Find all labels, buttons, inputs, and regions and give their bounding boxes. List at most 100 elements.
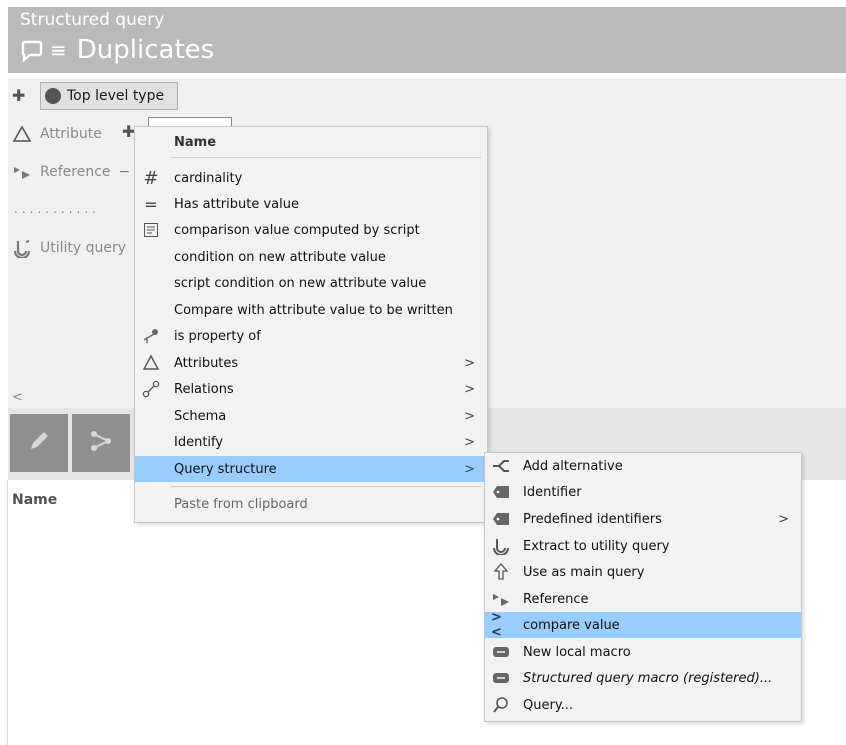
triangle-icon: [12, 124, 32, 144]
tree-row-label: Utility query: [40, 240, 127, 256]
menu-item-schema[interactable]: Schema >: [135, 403, 487, 429]
compare-icon: ><: [491, 610, 502, 640]
menu-item-label: comparison value computed by script: [174, 222, 420, 238]
tree-row-utility-query[interactable]: Utility query: [12, 238, 126, 258]
reference-icon: [12, 162, 32, 182]
panel-border: [7, 480, 8, 745]
submenu-item-identifier[interactable]: Identifier: [485, 479, 801, 505]
menu-item-paste[interactable]: Paste from clipboard: [135, 491, 487, 517]
chevron-right-icon: >: [464, 381, 475, 397]
tree-row-label: Attribute: [40, 126, 102, 142]
submenu-item-compare-value[interactable]: >< compare value: [485, 610, 801, 640]
minus-icon[interactable]: −: [119, 164, 131, 180]
menu-item-label: Use as main query: [523, 564, 645, 580]
menu-item-label: Structured query macro (registered)...: [523, 670, 773, 686]
submenu-item-new-local-macro[interactable]: New local macro: [485, 639, 801, 665]
query-bubble-icon: [20, 38, 44, 62]
submenu-item-reference[interactable]: Reference: [485, 586, 801, 612]
menu-item-label: condition on new attribute value: [174, 249, 386, 265]
hash-icon: #: [143, 167, 159, 189]
scroll-left-arrow[interactable]: <: [12, 390, 23, 405]
menu-item-label: Reference: [523, 591, 589, 607]
menu-item-label: Add alternative: [523, 458, 623, 474]
menu-item-condition-new-value[interactable]: condition on new attribute value: [135, 244, 487, 270]
menu-item-label: compare value: [523, 617, 620, 633]
window-header: Structured query ≡ Duplicates: [8, 7, 846, 73]
edit-button[interactable]: [10, 414, 68, 472]
menu-item-relations[interactable]: Relations >: [135, 376, 487, 402]
menu-item-label: Paste from clipboard: [174, 496, 308, 512]
menu-item-label: Query structure: [174, 461, 277, 477]
menu-separator: [171, 157, 481, 158]
context-menu: Name # cardinality = Has attribute value…: [134, 126, 488, 523]
macro-icon: [491, 668, 511, 688]
pencil-icon: [26, 428, 52, 458]
name-column-header: Name: [12, 492, 58, 508]
submenu-item-registered-macro[interactable]: Structured query macro (registered)...: [485, 665, 801, 691]
menu-item-label: Identify: [174, 434, 224, 450]
menu-item-has-attribute-value[interactable]: = Has attribute value: [135, 191, 487, 217]
header-subtitle: Structured query: [20, 10, 165, 30]
structure-button[interactable]: [72, 414, 130, 472]
menu-item-label: script condition on new attribute value: [174, 275, 427, 291]
triangle-icon: [141, 353, 161, 373]
alternative-icon: [491, 456, 511, 476]
menu-item-query-structure[interactable]: Query structure >: [135, 456, 487, 482]
menu-item-label: Predefined identifiers: [523, 511, 662, 527]
circle-icon: [45, 88, 61, 104]
chevron-right-icon: >: [464, 461, 475, 477]
query-structure-submenu: Add alternative Identifier Predefined id…: [484, 452, 802, 722]
menu-item-identify[interactable]: Identify >: [135, 429, 487, 455]
menu-header: Name: [135, 129, 487, 155]
submenu-item-predefined-identifiers[interactable]: Predefined identifiers >: [485, 506, 801, 532]
upload-icon: [491, 562, 511, 582]
submenu-item-use-as-main[interactable]: Use as main query: [485, 559, 801, 585]
anchor-icon: [12, 238, 32, 258]
menu-item-label: Has attribute value: [174, 196, 299, 212]
menu-item-label: cardinality: [174, 170, 243, 186]
submenu-item-extract-utility[interactable]: Extract to utility query: [485, 533, 801, 559]
tag-icon: [491, 482, 511, 502]
tag-icon: [491, 509, 511, 529]
page-title: Duplicates: [76, 35, 215, 65]
branch-icon: [88, 428, 114, 458]
menu-item-compare-written[interactable]: Compare with attribute value to be writt…: [135, 297, 487, 323]
submenu-item-query[interactable]: Query...: [485, 692, 801, 718]
search-icon: [491, 695, 511, 715]
chevron-right-icon: >: [778, 511, 789, 527]
anchor-icon: [491, 536, 511, 556]
menu-item-label: Schema: [174, 408, 227, 424]
macro-icon: [491, 642, 511, 662]
menu-item-label: Identifier: [523, 484, 582, 500]
menu-item-label: Relations: [174, 381, 234, 397]
tree-dots: ...........: [14, 202, 100, 216]
menu-item-comparison-script[interactable]: comparison value computed by script: [135, 217, 487, 243]
tree-row-attribute[interactable]: Attribute: [12, 124, 102, 144]
menu-separator: [171, 486, 481, 487]
relation-icon: [141, 379, 161, 399]
chevron-right-icon: >: [464, 408, 475, 424]
menu-item-label: Compare with attribute value to be writt…: [174, 302, 453, 318]
script-icon: [141, 220, 161, 240]
add-icon[interactable]: ✚: [12, 86, 25, 105]
tree-row-label: Reference: [40, 164, 111, 180]
menu-item-script-condition[interactable]: script condition on new attribute value: [135, 270, 487, 296]
menu-item-label: Query...: [523, 697, 574, 713]
menu-item-cardinality[interactable]: # cardinality: [135, 165, 487, 191]
menu-item-is-property-of[interactable]: is property of: [135, 323, 487, 349]
equals-icon: =: [144, 194, 158, 214]
top-level-type-button[interactable]: Top level type: [40, 82, 178, 110]
submenu-item-add-alternative[interactable]: Add alternative: [485, 453, 801, 479]
chevron-right-icon: >: [464, 355, 475, 371]
menu-header-label: Name: [174, 134, 217, 150]
menu-item-label: is property of: [174, 328, 261, 344]
chevron-right-icon: >: [464, 434, 475, 450]
menu-item-label: Attributes: [174, 355, 239, 371]
menu-item-label: New local macro: [523, 644, 631, 660]
top-level-type-label: Top level type: [67, 88, 165, 104]
menu-item-attributes[interactable]: Attributes >: [135, 350, 487, 376]
list-icon: ≡: [50, 38, 67, 62]
menu-item-label: Extract to utility query: [523, 538, 670, 554]
reference-icon: [491, 589, 511, 609]
tree-row-reference[interactable]: Reference −: [12, 162, 130, 182]
